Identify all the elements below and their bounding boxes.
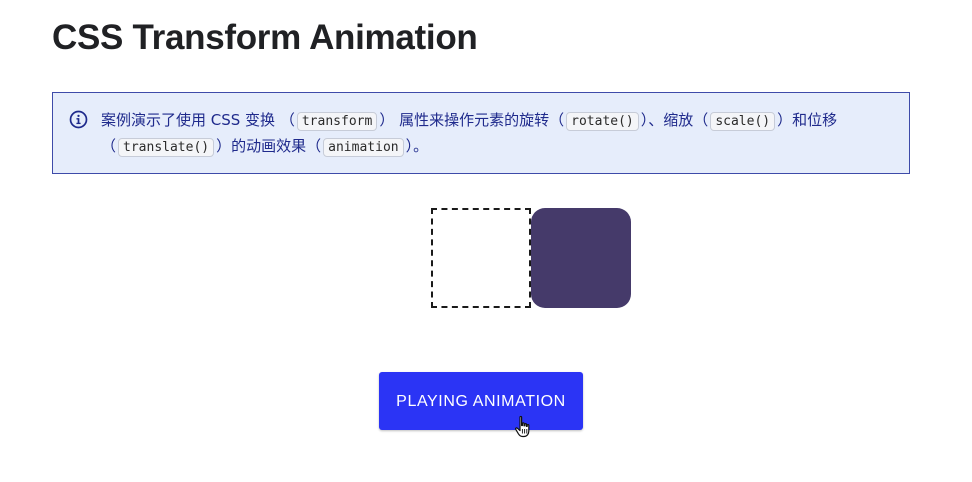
paren-close: ） xyxy=(379,111,395,129)
info-circle-icon xyxy=(69,110,88,129)
info-text: 案例演示了使用 CSS 变换 （transform） 属性来操作元素的旋转（ ro… xyxy=(101,108,901,160)
paren-close: ） xyxy=(777,111,793,129)
info-text-segment: 、缩放 xyxy=(648,111,694,129)
info-line-2: （translate() ）的动画效果（ animation）。 xyxy=(101,134,901,160)
paren-open: （ xyxy=(279,111,295,129)
hand-pointer-icon xyxy=(515,415,530,438)
paren-open: （ xyxy=(101,137,117,155)
animated-box xyxy=(531,208,631,308)
info-callout: 案例演示了使用 CSS 变换 （transform） 属性来操作元素的旋转（ ro… xyxy=(52,92,910,174)
page-title: CSS Transform Animation xyxy=(52,18,478,57)
paren-close: ） xyxy=(405,137,414,155)
paren-close: ） xyxy=(216,137,232,155)
info-text-segment: 的动画效果 xyxy=(231,137,307,155)
info-text-segment: 。 xyxy=(413,137,429,155)
code-rotate: rotate() xyxy=(566,112,639,131)
info-text-segment: 和位移 xyxy=(792,111,838,129)
code-animation: animation xyxy=(323,138,404,157)
info-text-segment: 案例演示了使用 CSS 变换 xyxy=(101,111,276,129)
code-transform: transform xyxy=(296,112,378,131)
paren-open: （ xyxy=(693,111,709,129)
original-position-outline xyxy=(431,208,531,308)
paren-open: （ xyxy=(549,111,565,129)
code-translate: translate() xyxy=(118,138,215,157)
code-scale: scale() xyxy=(710,112,776,131)
info-line-1: 案例演示了使用 CSS 变换 （transform） 属性来操作元素的旋转（ ro… xyxy=(101,108,901,134)
info-text-segment: 属性来操作元素的旋转 xyxy=(399,111,550,129)
paren-open: （ xyxy=(306,137,322,155)
play-animation-button[interactable]: PLAYING ANIMATION xyxy=(379,372,583,430)
